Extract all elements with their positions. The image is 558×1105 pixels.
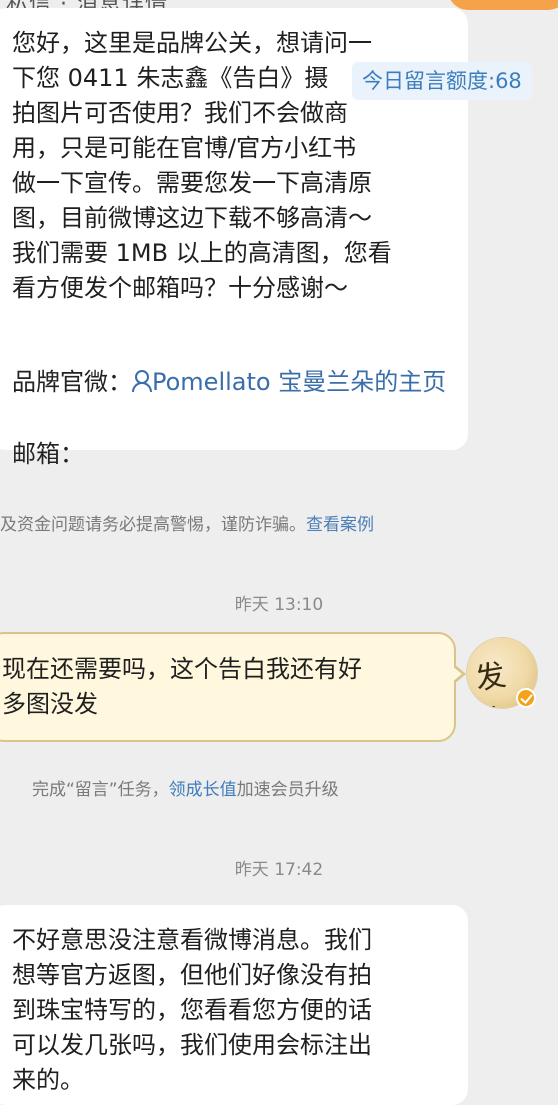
message-text: 不好意思没注意看微博消息。我们 想等官方返图，但他们好像没有拍 到珠宝特写的，您… (12, 926, 372, 1094)
fraud-warning-text: 及资金问题请务必提高警惕，谨防诈骗。 (0, 515, 306, 535)
bubble-tail (452, 664, 466, 684)
brand-profile-link[interactable]: Pomellato 宝曼兰朵的主页 (132, 368, 446, 396)
growth-value-link[interactable]: 领成长值 (169, 780, 237, 800)
timestamp: 昨天 17:42 (234, 860, 324, 880)
brand-profile-link-text[interactable]: Pomellato 宝曼兰朵的主页 (152, 368, 446, 396)
message-quota-badge: 今日留言额度:68 (352, 62, 532, 100)
verified-badge-icon (516, 688, 536, 708)
incoming-message-bubble: 不好意思没注意看微博消息。我们 想等官方返图，但他们好像没有拍 到珠宝特写的，您… (0, 905, 468, 1105)
outgoing-message-bubble: 现在还需要吗，这个告白我还有好 多图没发 (0, 632, 466, 742)
view-cases-link[interactable]: 查看案例 (306, 515, 374, 535)
timestamp: 昨天 13:10 (234, 595, 324, 615)
user-icon (132, 370, 152, 392)
fraud-warning-notice: 及资金问题请务必提高警惕，谨防诈骗。查看案例 (0, 510, 374, 535)
brand-account-row: 品牌官微： Pomellato 宝曼兰朵的主页 (12, 364, 462, 400)
top-action-pill[interactable] (448, 0, 558, 10)
message-text: 现在还需要吗，这个告白我还有好 多图没发 (2, 655, 362, 718)
task-suffix: 加速会员升级 (236, 780, 339, 800)
email-label: 邮箱： (12, 440, 84, 468)
brand-account-label: 品牌官微： (12, 368, 132, 396)
task-promo: 完成“留言”任务，领成长值加速会员升级 (32, 775, 339, 800)
task-prefix: 完成“留言”任务， (32, 780, 169, 800)
